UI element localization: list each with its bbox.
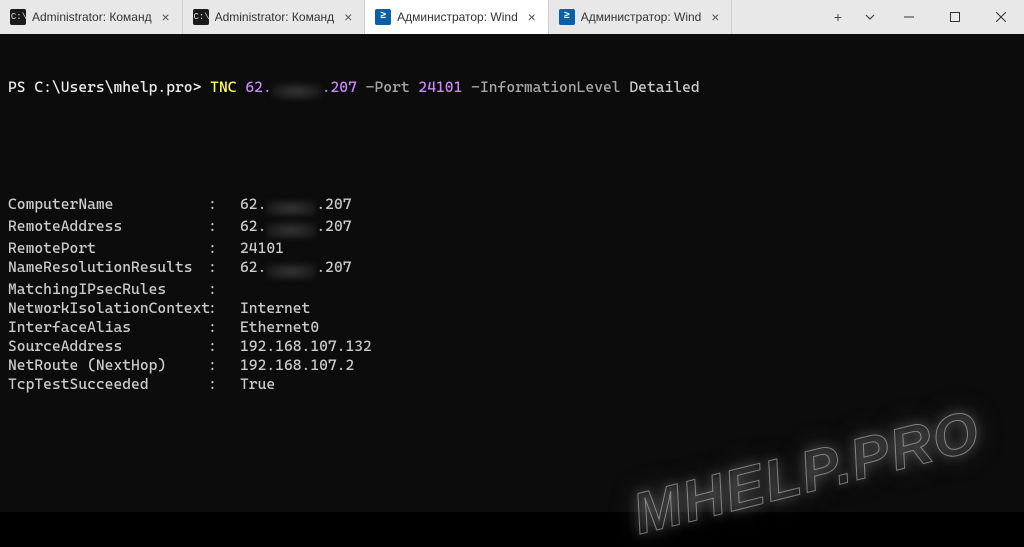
powershell-icon: ≥ bbox=[375, 9, 391, 25]
output-key: RemoteAddress bbox=[8, 217, 208, 239]
powershell-icon: ≥ bbox=[559, 9, 575, 25]
cmd-icon: C:\ bbox=[193, 9, 209, 25]
output-key: NameResolutionResults bbox=[8, 258, 208, 280]
new-tab-button[interactable]: + bbox=[822, 0, 854, 34]
output-block: ComputerName: 62.xx xxx.207RemoteAddress… bbox=[8, 195, 1016, 394]
output-value: 62.xx xxx.207 bbox=[240, 195, 352, 217]
censored-ip: xx xxx bbox=[272, 81, 322, 100]
output-row: NetRoute (NextHop): 192.168.107.2 bbox=[8, 356, 1016, 375]
output-colon: : bbox=[208, 337, 240, 356]
output-row: ComputerName: 62.xx xxx.207 bbox=[8, 195, 1016, 217]
chevron-down-icon bbox=[865, 12, 875, 22]
arg-ip-pre: 62. bbox=[245, 78, 271, 96]
censored-ip: xx xxx bbox=[266, 261, 316, 280]
output-row: NameResolutionResults: 62.xx xxx.207 bbox=[8, 258, 1016, 280]
output-value: 192.168.107.2 bbox=[240, 356, 354, 375]
output-value: 62.xx xxx.207 bbox=[240, 217, 352, 239]
close-button[interactable] bbox=[978, 0, 1024, 34]
tab-2[interactable]: ≥ Администратор: Wind × bbox=[365, 0, 549, 34]
maximize-icon bbox=[950, 12, 960, 22]
watermark: MHELP.PRO bbox=[632, 420, 981, 524]
output-colon: : bbox=[208, 217, 240, 239]
output-row: RemotePort: 24101 bbox=[8, 239, 1016, 258]
maximize-button[interactable] bbox=[932, 0, 978, 34]
output-colon: : bbox=[208, 356, 240, 375]
tabs-container: C:\ Administrator: Команд × C:\ Administrato… bbox=[0, 0, 822, 34]
minimize-button[interactable] bbox=[886, 0, 932, 34]
output-key: TcpTestSucceeded bbox=[8, 375, 208, 394]
tab-close-button[interactable]: × bbox=[707, 9, 723, 25]
output-colon: : bbox=[208, 299, 240, 318]
output-key: NetRoute (NextHop) bbox=[8, 356, 208, 375]
cmd-icon: C:\ bbox=[10, 9, 26, 25]
output-row: SourceAddress: 192.168.107.132 bbox=[8, 337, 1016, 356]
prompt-sep: > bbox=[193, 78, 211, 96]
tab-0[interactable]: C:\ Administrator: Команд × bbox=[0, 0, 183, 34]
close-icon bbox=[996, 12, 1006, 22]
censored-ip: xx xxx bbox=[266, 220, 316, 239]
arg-level: Detailed bbox=[629, 78, 699, 96]
arg-port: 24101 bbox=[418, 78, 462, 96]
output-key: RemotePort bbox=[8, 239, 208, 258]
tab-close-button[interactable]: × bbox=[524, 9, 540, 25]
output-colon: : bbox=[208, 318, 240, 337]
output-row: MatchingIPsecRules: bbox=[8, 280, 1016, 299]
output-value: True bbox=[240, 375, 275, 394]
output-value: 24101 bbox=[240, 239, 284, 258]
output-colon: : bbox=[208, 239, 240, 258]
censored-ip: xx xxx bbox=[266, 198, 316, 217]
output-row: InterfaceAlias: Ethernet0 bbox=[8, 318, 1016, 337]
terminal-pane[interactable]: PS C:\Users\mhelp.pro> TNC 62.xx xxx.207… bbox=[0, 34, 1024, 512]
param-info: -InformationLevel bbox=[471, 78, 620, 96]
prompt-prefix: PS bbox=[8, 78, 34, 96]
param-port: -Port bbox=[366, 78, 410, 96]
prompt-path: C:\Users\mhelp.pro bbox=[34, 78, 192, 96]
tab-close-button[interactable]: × bbox=[340, 9, 356, 25]
tab-title: Administrator: Команд bbox=[32, 10, 152, 24]
output-colon: : bbox=[208, 195, 240, 217]
prompt-line: PS C:\Users\mhelp.pro> TNC 62.xx xxx.207… bbox=[8, 78, 1016, 100]
output-value: Ethernet0 bbox=[240, 318, 319, 337]
tab-3[interactable]: ≥ Администратор: Wind × bbox=[549, 0, 733, 34]
output-value: Internet bbox=[240, 299, 310, 318]
output-key: SourceAddress bbox=[8, 337, 208, 356]
output-value: 192.168.107.132 bbox=[240, 337, 372, 356]
output-colon: : bbox=[208, 375, 240, 394]
output-colon: : bbox=[208, 280, 240, 299]
tab-1[interactable]: C:\ Administrator: Команд × bbox=[183, 0, 366, 34]
titlebar: C:\ Administrator: Команд × C:\ Administrato… bbox=[0, 0, 1024, 34]
output-row: TcpTestSucceeded: True bbox=[8, 375, 1016, 394]
tab-title: Администратор: Wind bbox=[581, 10, 702, 24]
output-key: NetworkIsolationContext bbox=[8, 299, 208, 318]
output-colon: : bbox=[208, 258, 240, 280]
output-value: 62.xx xxx.207 bbox=[240, 258, 352, 280]
window-controls bbox=[886, 0, 1024, 34]
tab-dropdown-button[interactable] bbox=[854, 0, 886, 34]
tab-title: Administrator: Команд bbox=[215, 10, 335, 24]
output-key: MatchingIPsecRules bbox=[8, 280, 208, 299]
minimize-icon bbox=[904, 12, 914, 22]
output-key: ComputerName bbox=[8, 195, 208, 217]
output-key: InterfaceAlias bbox=[8, 318, 208, 337]
tab-title: Администратор: Wind bbox=[397, 10, 518, 24]
cmdlet: TNC bbox=[210, 78, 236, 96]
output-row: NetworkIsolationContext: Internet bbox=[8, 299, 1016, 318]
output-row: RemoteAddress: 62.xx xxx.207 bbox=[8, 217, 1016, 239]
tab-close-button[interactable]: × bbox=[158, 9, 174, 25]
arg-ip-post: .207 bbox=[322, 78, 357, 96]
